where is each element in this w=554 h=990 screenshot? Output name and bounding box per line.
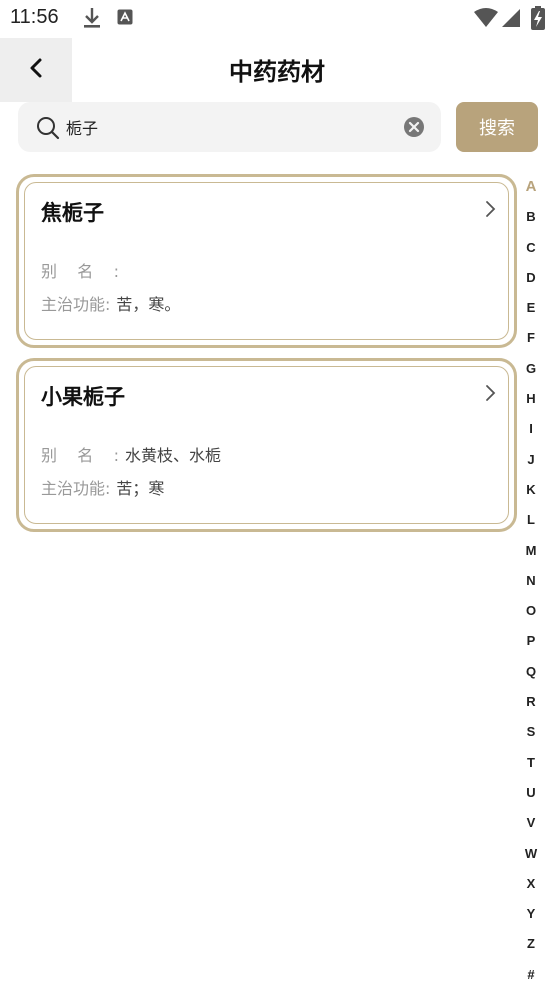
function-value: 苦；寒: [116, 479, 165, 498]
alphabet-letter[interactable]: B: [519, 202, 543, 232]
chevron-left-icon: [28, 57, 44, 83]
alphabet-letter[interactable]: T: [519, 748, 543, 778]
alphabet-letter[interactable]: Z: [519, 929, 543, 959]
alphabet-letter[interactable]: Q: [519, 657, 543, 687]
clear-icon[interactable]: [403, 116, 425, 142]
status-bar: 11:56: [0, 0, 554, 38]
search-box[interactable]: [18, 102, 441, 152]
alias-label: 别名:: [41, 262, 119, 281]
chevron-right-icon: [484, 383, 496, 407]
alphabet-letter[interactable]: C: [519, 233, 543, 263]
wifi-icon: [474, 8, 498, 32]
result-card[interactable]: 小果栀子 别名: 水黄枝、水栀 主治功能: 苦；寒: [16, 358, 517, 532]
herb-name: 小果栀子: [41, 384, 125, 409]
alphabet-letter[interactable]: Y: [519, 899, 543, 929]
alphabet-letter[interactable]: #: [519, 960, 543, 990]
search-icon: [36, 116, 60, 144]
alphabet-letter[interactable]: W: [519, 839, 543, 869]
alphabet-letter[interactable]: H: [519, 384, 543, 414]
result-card[interactable]: 焦栀子 别名: 主治功能: 苦，寒。: [16, 174, 517, 348]
battery-charging-icon: [531, 6, 545, 34]
alphabet-letter[interactable]: K: [519, 475, 543, 505]
alphabet-letter[interactable]: S: [519, 717, 543, 747]
back-button[interactable]: [0, 38, 72, 102]
herb-name: 焦栀子: [41, 200, 104, 225]
font-app-icon: [117, 9, 133, 29]
search-button[interactable]: 搜索: [456, 102, 538, 152]
alias-value: 水黄枝、水栀: [125, 446, 222, 465]
alphabet-letter[interactable]: U: [519, 778, 543, 808]
alphabet-letter[interactable]: I: [519, 414, 543, 444]
alphabet-letter[interactable]: A: [519, 172, 543, 202]
chevron-right-icon: [484, 199, 496, 223]
function-value: 苦，寒。: [116, 295, 181, 314]
function-label: 主治功能:: [41, 295, 111, 314]
function-label: 主治功能:: [41, 479, 111, 498]
alphabet-letter[interactable]: J: [519, 445, 543, 475]
download-icon: [82, 6, 102, 34]
page-title: 中药药材: [229, 57, 325, 86]
status-time: 11:56: [10, 6, 59, 28]
function-row: 主治功能: 苦，寒。: [41, 291, 180, 315]
alphabet-letter[interactable]: R: [519, 687, 543, 717]
alphabet-letter[interactable]: P: [519, 626, 543, 656]
alphabet-letter[interactable]: G: [519, 354, 543, 384]
alphabet-letter[interactable]: N: [519, 566, 543, 596]
signal-icon: [501, 8, 521, 32]
alphabet-letter[interactable]: O: [519, 596, 543, 626]
alphabet-letter[interactable]: X: [519, 869, 543, 899]
alphabet-letter[interactable]: E: [519, 293, 543, 323]
alias-row: 别名:: [41, 258, 125, 282]
alias-label: 别名:: [41, 446, 119, 465]
alphabet-letter[interactable]: V: [519, 808, 543, 838]
search-input[interactable]: [66, 112, 386, 142]
function-row: 主治功能: 苦；寒: [41, 475, 164, 499]
alphabet-index: A B C D E F G H I J K L M N O P Q R S T U V W X Y Z #: [519, 172, 543, 990]
alphabet-letter[interactable]: M: [519, 536, 543, 566]
alphabet-letter[interactable]: D: [519, 263, 543, 293]
alias-row: 别名: 水黄枝、水栀: [41, 442, 221, 466]
alphabet-letter[interactable]: F: [519, 323, 543, 353]
alphabet-letter[interactable]: L: [519, 505, 543, 535]
